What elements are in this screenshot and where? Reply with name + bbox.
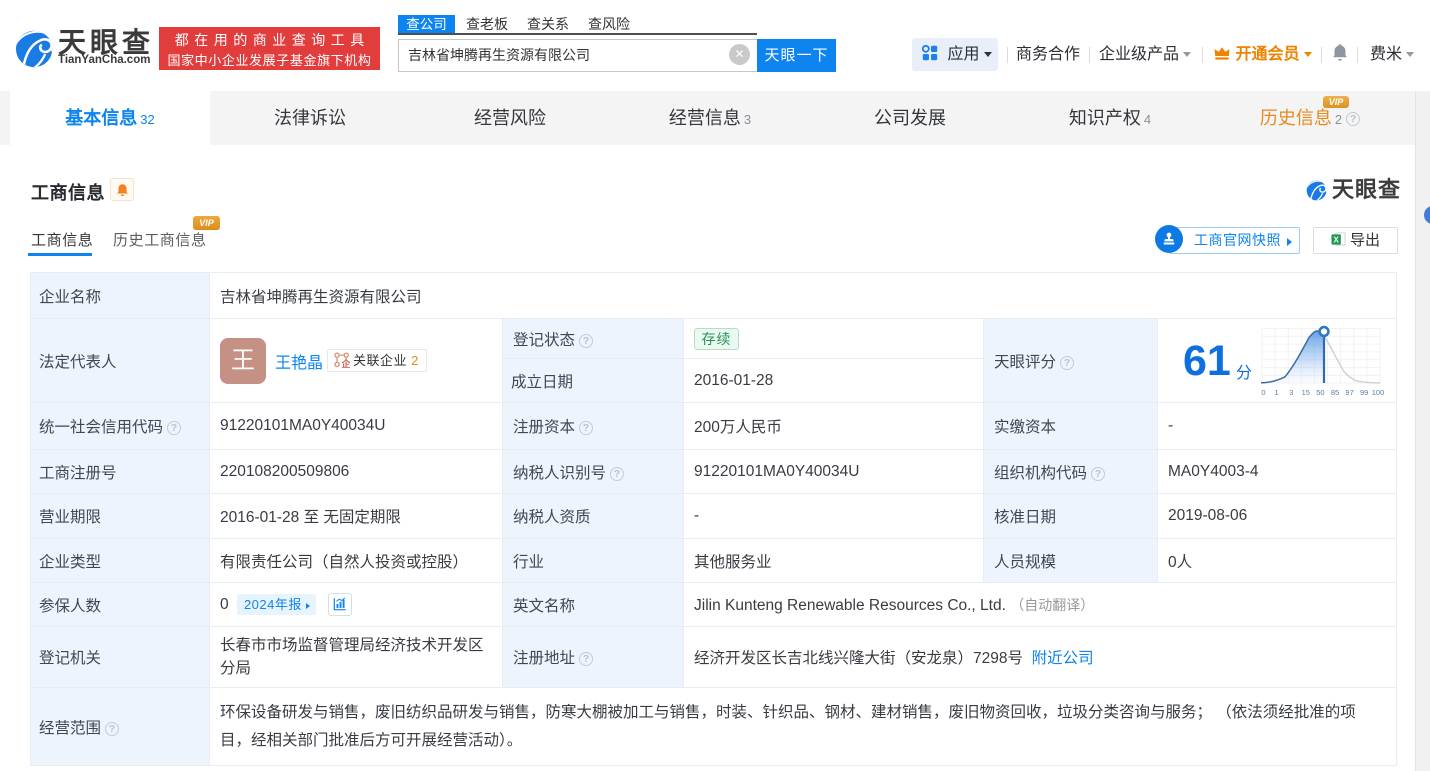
svg-text:100: 100 [1372,388,1385,397]
svg-text:97: 97 [1345,388,1353,397]
svg-text:X: X [1333,235,1339,244]
svg-text:85: 85 [1331,388,1339,397]
svg-text:1: 1 [1275,388,1279,397]
svg-text:0: 0 [1261,388,1265,397]
svg-text:企: 企 [341,358,350,368]
svg-text:3: 3 [1289,388,1293,397]
svg-text:99: 99 [1360,388,1368,397]
svg-text:15: 15 [1302,388,1310,397]
svg-text:50: 50 [1316,388,1324,397]
